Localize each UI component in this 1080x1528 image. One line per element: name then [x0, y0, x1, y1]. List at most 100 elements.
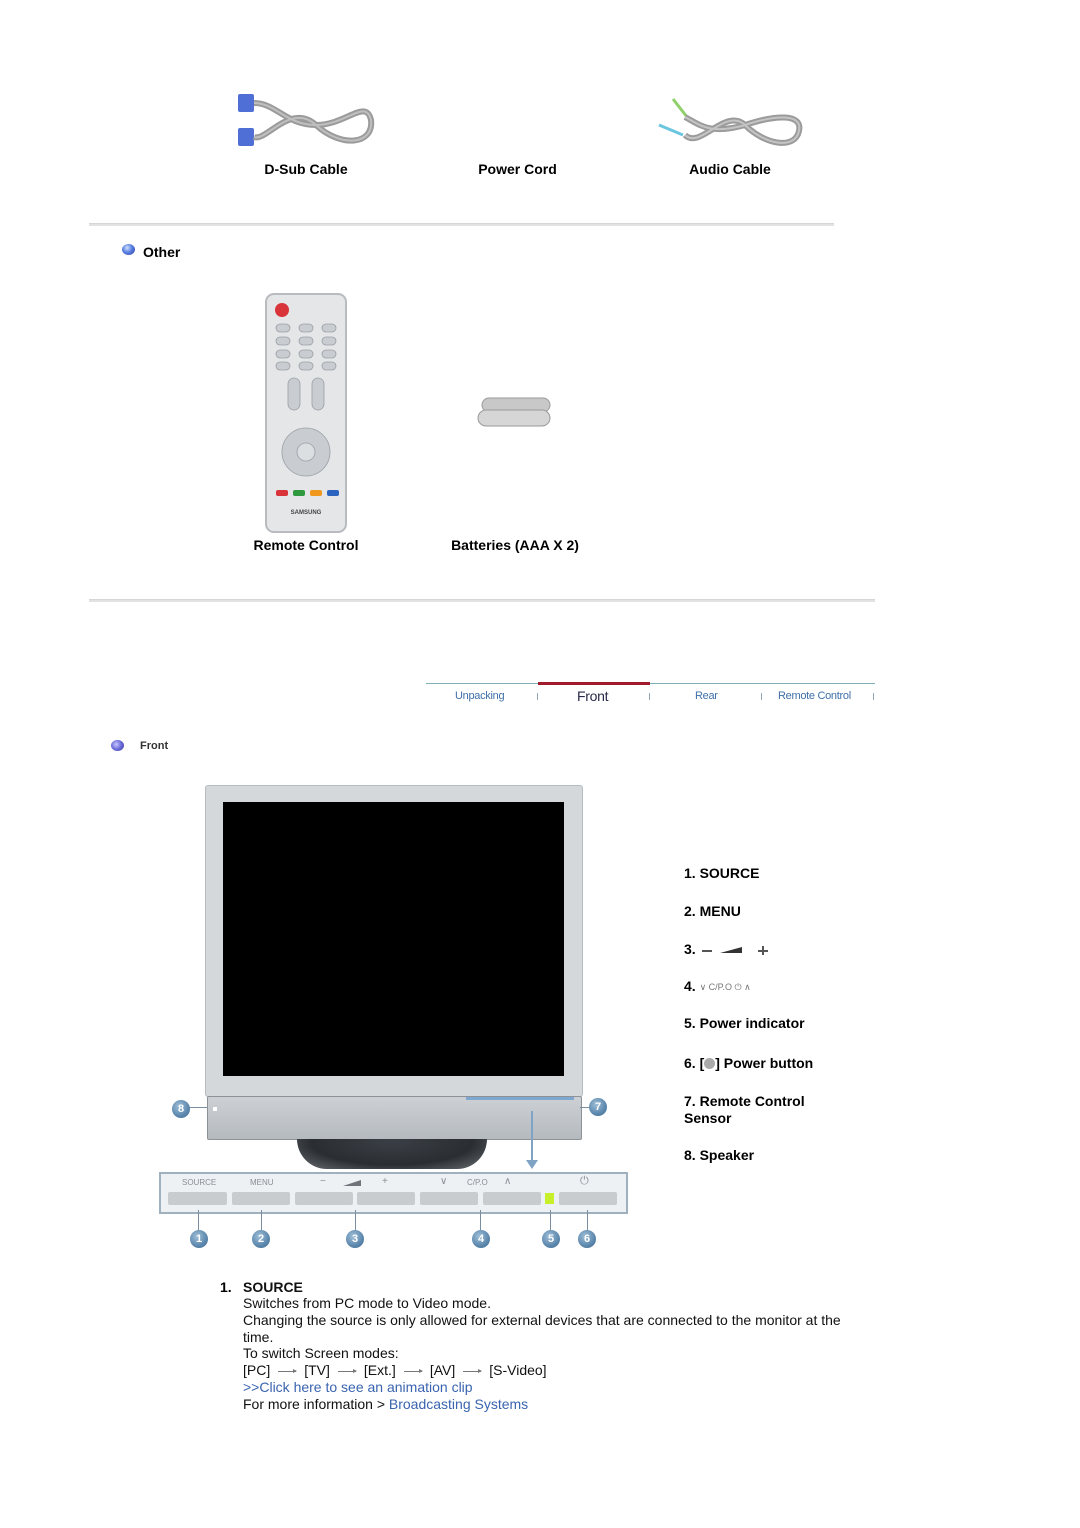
feature-label: Remote Control Sensor — [684, 1093, 805, 1126]
divider — [89, 223, 834, 226]
tab-rear[interactable]: Rear — [695, 690, 718, 702]
feature-item[interactable]: 4. ∨ C/P.O ⏻ ∧ — [684, 978, 751, 996]
power-cord-label: Power Cord — [478, 161, 557, 177]
remote-control-image: SAMSUNG — [264, 292, 348, 534]
tab-front[interactable]: Front — [577, 688, 608, 704]
remote-sensor-strip — [466, 1097, 574, 1100]
feature-number: 4. — [684, 978, 696, 994]
callout-line — [198, 1210, 199, 1230]
feature-item[interactable]: 6. [] Power button — [684, 1055, 813, 1072]
arrow-line — [531, 1111, 533, 1163]
feature-number: 3. — [684, 941, 696, 957]
tab-bar-line — [426, 683, 875, 684]
description-line-3: To switch Screen modes: — [243, 1345, 399, 1361]
panel-label-source: SOURCE — [182, 1178, 217, 1187]
power-cord-image — [450, 90, 585, 155]
callout-4: 4 — [472, 1230, 490, 1248]
feature-label: MENU — [699, 903, 741, 919]
callout-line — [587, 1210, 588, 1230]
arrow-icon — [463, 1368, 483, 1373]
screen-modes-sequence: [PC] [TV] [Ext.] [AV] [S-Video] — [243, 1362, 547, 1379]
panel-button-source — [168, 1192, 227, 1205]
feature-item[interactable]: 3. — [684, 941, 768, 959]
callout-line — [261, 1210, 262, 1230]
monitor-image: 8 7 — [150, 780, 630, 1260]
feature-number: 1. — [684, 865, 696, 881]
broadcasting-systems-link[interactable]: Broadcasting Systems — [389, 1396, 528, 1412]
dsub-cable-icon — [238, 94, 375, 146]
tab-unpacking[interactable]: Unpacking — [455, 690, 505, 702]
batteries-label: Batteries (AAA X 2) — [451, 537, 579, 553]
more-info-prefix: For more information > — [243, 1396, 389, 1412]
speaker-dot — [213, 1107, 217, 1111]
feature-item[interactable]: 1. SOURCE — [684, 865, 759, 882]
tab-separator — [537, 693, 538, 700]
feature-label: Power indicator — [699, 1015, 805, 1031]
other-heading: Other — [143, 244, 181, 260]
volume-icon — [700, 942, 768, 959]
description-line-1: Switches from PC mode to Video mode. — [243, 1295, 491, 1311]
mode-ext: [Ext.] — [363, 1362, 396, 1378]
feature-number: 7. — [684, 1093, 696, 1109]
panel-label-menu: MENU — [250, 1178, 274, 1187]
callout-6: 6 — [578, 1230, 596, 1248]
audio-cable-icon — [658, 98, 803, 146]
audio-cable-label: Audio Cable — [689, 161, 771, 177]
monitor-stand — [297, 1139, 487, 1169]
tab-remote-control[interactable]: Remote Control — [778, 690, 851, 702]
bullet-icon — [122, 244, 135, 255]
divider — [89, 599, 875, 602]
panel-label-cpo: C/P.O — [467, 1178, 488, 1187]
tab-separator — [761, 693, 762, 700]
feature-item[interactable]: 7. Remote Control Sensor — [684, 1093, 834, 1127]
callout-8: 8 — [172, 1100, 190, 1118]
panel-button-menu — [232, 1192, 290, 1205]
mode-av: [AV] — [429, 1362, 456, 1378]
power-icon: ⏻ — [580, 1175, 589, 1187]
power-icon — [704, 1058, 716, 1069]
dsub-cable-image — [236, 90, 376, 155]
feature-item[interactable]: 2. MENU — [684, 903, 741, 920]
panel-button-minus — [295, 1192, 353, 1205]
arrow-icon — [278, 1368, 298, 1373]
callout-7: 7 — [589, 1098, 607, 1116]
mode-tv: [TV] — [304, 1362, 330, 1378]
panel-button-plus — [357, 1192, 415, 1205]
power-indicator-led — [545, 1193, 554, 1204]
feature-item[interactable]: 5. Power indicator — [684, 1015, 805, 1032]
panel-label-minus: − — [320, 1176, 326, 1187]
callout-line — [355, 1210, 356, 1230]
monitor-speaker-bar — [207, 1096, 582, 1140]
feature-number: 6. — [684, 1055, 696, 1071]
mode-svideo: [S-Video] — [489, 1362, 547, 1378]
remote-control-label: Remote Control — [253, 537, 359, 553]
dsub-cable-label: D-Sub Cable — [264, 161, 348, 177]
description-line-2: Changing the source is only allowed for … — [243, 1312, 841, 1345]
panel-button-down — [420, 1192, 478, 1205]
tab-separator — [873, 693, 874, 700]
feature-number: 8. — [684, 1147, 696, 1163]
batteries-icon — [477, 397, 551, 427]
monitor-screen — [223, 802, 564, 1076]
volume-icon — [343, 1180, 361, 1186]
feature-label: ] Power button — [715, 1055, 814, 1071]
callout-5: 5 — [542, 1230, 560, 1248]
animation-clip-link[interactable]: >>Click here to see an animation clip — [243, 1379, 473, 1396]
callout-line — [189, 1107, 207, 1108]
panel-label-up: ∧ — [504, 1176, 512, 1187]
feature-item[interactable]: 8. Speaker — [684, 1147, 754, 1164]
remote-control-icon: SAMSUNG — [265, 293, 347, 533]
callout-3: 3 — [346, 1230, 364, 1248]
feature-label: SOURCE — [699, 865, 760, 881]
remote-brand: SAMSUNG — [291, 510, 322, 516]
callout-2: 2 — [252, 1230, 270, 1248]
callout-line — [480, 1210, 481, 1230]
description-title: SOURCE — [243, 1279, 303, 1295]
panel-button-power — [559, 1192, 617, 1205]
tab-separator — [649, 693, 650, 700]
callout-line — [550, 1210, 551, 1230]
arrow-icon — [337, 1368, 357, 1373]
panel-label-down: ∨ — [440, 1176, 448, 1187]
description-number: 1. — [220, 1279, 232, 1295]
channel-cpo-icon: ∨ C/P.O ⏻ ∧ — [699, 981, 751, 992]
